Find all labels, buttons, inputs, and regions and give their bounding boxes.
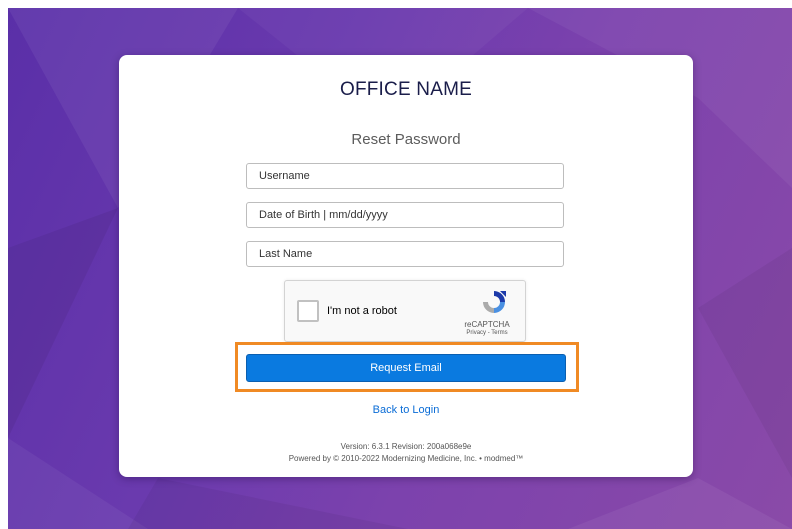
request-email-button[interactable]: Request Email (246, 354, 566, 382)
page-background: OFFICE NAME Reset Password I'm not a rob… (8, 8, 792, 529)
recaptcha-brand: reCAPTCHA (464, 320, 510, 329)
recaptcha-logo-icon (483, 291, 506, 313)
office-name-title: OFFICE NAME (339, 79, 473, 100)
last-name-input[interactable] (246, 241, 564, 267)
back-to-login-link[interactable]: Back to Login (119, 404, 693, 416)
reset-password-card: OFFICE NAME Reset Password I'm not a rob… (119, 55, 693, 477)
powered-by-text: Powered by © 2010-2022 Modernizing Medic… (288, 454, 524, 463)
version-text: Version: 6.3.1 Revision: 200a068e9e (340, 442, 472, 451)
recaptcha-checkbox[interactable] (297, 300, 319, 322)
reset-password-heading: Reset Password (351, 131, 461, 148)
date-of-birth-input[interactable] (246, 202, 564, 228)
recaptcha-label: I'm not a robot (327, 305, 397, 317)
recaptcha-widget: I'm not a robot reCAPTCHA Privacy - Term… (284, 280, 526, 342)
username-input[interactable] (246, 163, 564, 189)
recaptcha-privacy-terms[interactable]: Privacy - Terms (457, 330, 517, 336)
footer: Version: 6.3.1 Revision: 200a068e9e Powe… (119, 441, 693, 465)
